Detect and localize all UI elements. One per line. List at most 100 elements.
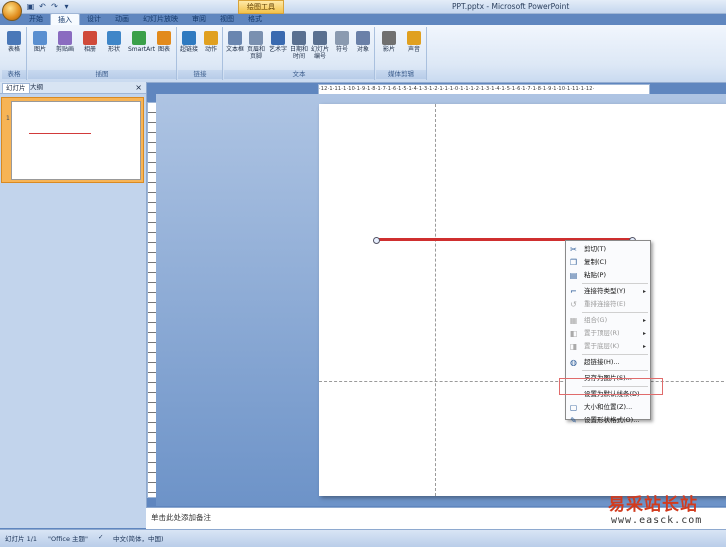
context-menu-item: ◨ 置于底层(K) ▸ [566, 340, 650, 353]
tab-slides[interactable]: 幻灯片 [2, 83, 30, 93]
group-icon: ▦ [569, 316, 578, 325]
context-menu-item[interactable]: ✂ 剪切(T) [566, 243, 650, 256]
tab-3[interactable]: 动画 [108, 13, 136, 25]
ribbon-button-label: 符号 [335, 46, 348, 53]
tab-5[interactable]: 审阅 [185, 13, 213, 25]
shapes-icon [107, 31, 121, 45]
submenu-arrow-icon: ▸ [642, 343, 646, 350]
watermark-url: www.easck.com [611, 515, 703, 526]
menu-item-label: 置于顶层(R) [584, 329, 620, 337]
context-menu-item[interactable]: ▤ 粘贴(P) [566, 269, 650, 282]
ribbon-group-4: 影片 声音 媒体剪辑 [376, 27, 427, 80]
ribbon-tabs: 开始 插入 设计 动画 幻灯片放映 审阅 视图 格式 [22, 13, 269, 26]
ribbon-button-3-3[interactable]: 日期和时间 [288, 31, 310, 60]
ribbon-button-label: 日期和时间 [289, 46, 308, 60]
ribbon-button-1-0[interactable]: 图片 [29, 31, 51, 53]
customize-icon[interactable]: ▾ [62, 2, 71, 11]
spellcheck-icon[interactable]: ✓ [98, 533, 103, 541]
ribbon: 表格 表格 图片 剪贴画 相册 形状 SmartArt 图表 插图 超链接 动作 链接 文本框 页眉和页脚… [0, 25, 726, 83]
ribbon-button-3-4[interactable]: 幻灯片编号 [309, 31, 331, 60]
action-icon [204, 31, 218, 45]
slide[interactable] [319, 104, 726, 496]
tab-4[interactable]: 幻灯片放映 [136, 13, 185, 25]
window-title: PPT.pptx - Microsoft PowerPoint [452, 2, 570, 11]
reroute-icon: ↺ [570, 300, 577, 309]
slide-thumbnail-selected[interactable]: 1 [1, 97, 144, 183]
menu-separator [582, 312, 648, 313]
menu-item-label: 设置形状格式(O)... [584, 416, 640, 424]
ribbon-button-1-5[interactable]: 图表 [153, 31, 175, 53]
ribbon-button-0-0[interactable]: 表格 [3, 31, 25, 53]
ribbon-button-1-2[interactable]: 相册 [79, 31, 101, 53]
bring-front-icon: ◧ [569, 329, 578, 338]
horizontal-guide[interactable] [319, 381, 726, 382]
format-shape-icon: ✎ [570, 416, 577, 425]
status-language: 中文(简体，中国) [113, 535, 164, 543]
hyperlink-icon: ◍ [570, 358, 577, 367]
ribbon-button-4-0[interactable]: 影片 [378, 31, 400, 53]
ribbon-group-label: 链接 [178, 70, 222, 79]
paste-icon: ▤ [569, 271, 578, 280]
context-tools-title: 绘图工具 [238, 0, 284, 14]
ribbon-group-3: 文本框 页眉和页脚 艺术字 日期和时间 幻灯片编号 符号 对象 文本 [224, 27, 375, 80]
submenu-arrow-icon: ▸ [642, 317, 646, 324]
ribbon-button-1-3[interactable]: 形状 [103, 31, 125, 53]
ribbon-group-2: 超链接 动作链接 [178, 27, 223, 80]
wordart-icon [271, 31, 285, 45]
office-button[interactable] [2, 1, 22, 21]
context-menu-item: ↺ 重排连接符(E) [566, 298, 650, 311]
tab-7[interactable]: 格式 [241, 13, 269, 25]
ribbon-button-label: 影片 [382, 46, 395, 53]
menu-item-label: 复制(C) [584, 258, 607, 266]
highlight-box [559, 378, 663, 395]
menu-item-label: 粘贴(P) [584, 271, 606, 279]
redo-icon[interactable]: ↷ [50, 2, 59, 11]
ribbon-button-1-1[interactable]: 剪贴画 [54, 31, 76, 53]
context-menu-item[interactable]: ◍ 超链接(H)... [566, 356, 650, 369]
ribbon-button-label: 艺术字 [268, 46, 287, 53]
context-menu-item[interactable]: ▢ 大小和位置(Z)... [566, 401, 650, 414]
tab-6[interactable]: 视图 [213, 13, 241, 25]
tab-2[interactable]: 设计 [80, 13, 108, 25]
vertical-guide[interactable] [435, 104, 436, 496]
menu-separator [582, 370, 648, 371]
header-footer-icon [249, 31, 263, 45]
tab-0[interactable]: 开始 [22, 13, 50, 25]
ribbon-button-2-0[interactable]: 超链接 [178, 31, 200, 53]
ribbon-button-3-6[interactable]: 对象 [352, 31, 374, 53]
close-icon[interactable]: × [135, 82, 142, 93]
ribbon-button-label: SmartArt [128, 46, 156, 53]
connector-icon: ⌐ [570, 287, 577, 296]
context-menu-item[interactable]: ✎ 设置形状格式(O)... [566, 414, 650, 427]
save-icon[interactable]: ▣ [26, 2, 35, 11]
slide-pane: 幻灯片 大纲 × 1 [0, 82, 147, 528]
ribbon-button-1-4[interactable]: SmartArt [128, 31, 156, 53]
line-start-handle[interactable] [373, 237, 380, 244]
album-icon [83, 31, 97, 45]
size-icon: ▢ [569, 403, 578, 412]
slide-thumbnail[interactable] [11, 101, 141, 180]
symbol-icon [335, 31, 349, 45]
thumbnail-line-shape [29, 133, 91, 134]
ribbon-button-label: 声音 [407, 46, 420, 53]
ribbon-button-4-1[interactable]: 声音 [403, 31, 425, 53]
ribbon-button-3-2[interactable]: 艺术字 [267, 31, 289, 53]
ribbon-button-label: 剪贴画 [55, 46, 74, 53]
tab-outline[interactable]: 大纲 [27, 83, 46, 92]
undo-icon[interactable]: ↶ [38, 2, 47, 11]
ribbon-button-2-1[interactable]: 动作 [200, 31, 222, 53]
watermark-title: 易采站长站 [608, 495, 698, 515]
ribbon-button-3-5[interactable]: 符号 [331, 31, 353, 53]
context-menu-item: ◧ 置于顶层(R) ▸ [566, 327, 650, 340]
ribbon-button-label: 相册 [83, 46, 96, 53]
ribbon-group-1: 图片 剪贴画 相册 形状 SmartArt 图表 插图 [28, 27, 177, 80]
context-menu-item[interactable]: ⌐ 连接符类型(Y) ▸ [566, 285, 650, 298]
object-icon [356, 31, 370, 45]
context-menu-item: ▦ 组合(G) ▸ [566, 314, 650, 327]
ribbon-button-3-0[interactable]: 文本框 [224, 31, 246, 53]
title-bar [0, 0, 726, 14]
table-icon [7, 31, 21, 45]
context-menu-item[interactable]: ❐ 复制(C) [566, 256, 650, 269]
ribbon-button-label: 超链接 [179, 46, 198, 53]
ribbon-button-3-1[interactable]: 页眉和页脚 [245, 31, 267, 60]
